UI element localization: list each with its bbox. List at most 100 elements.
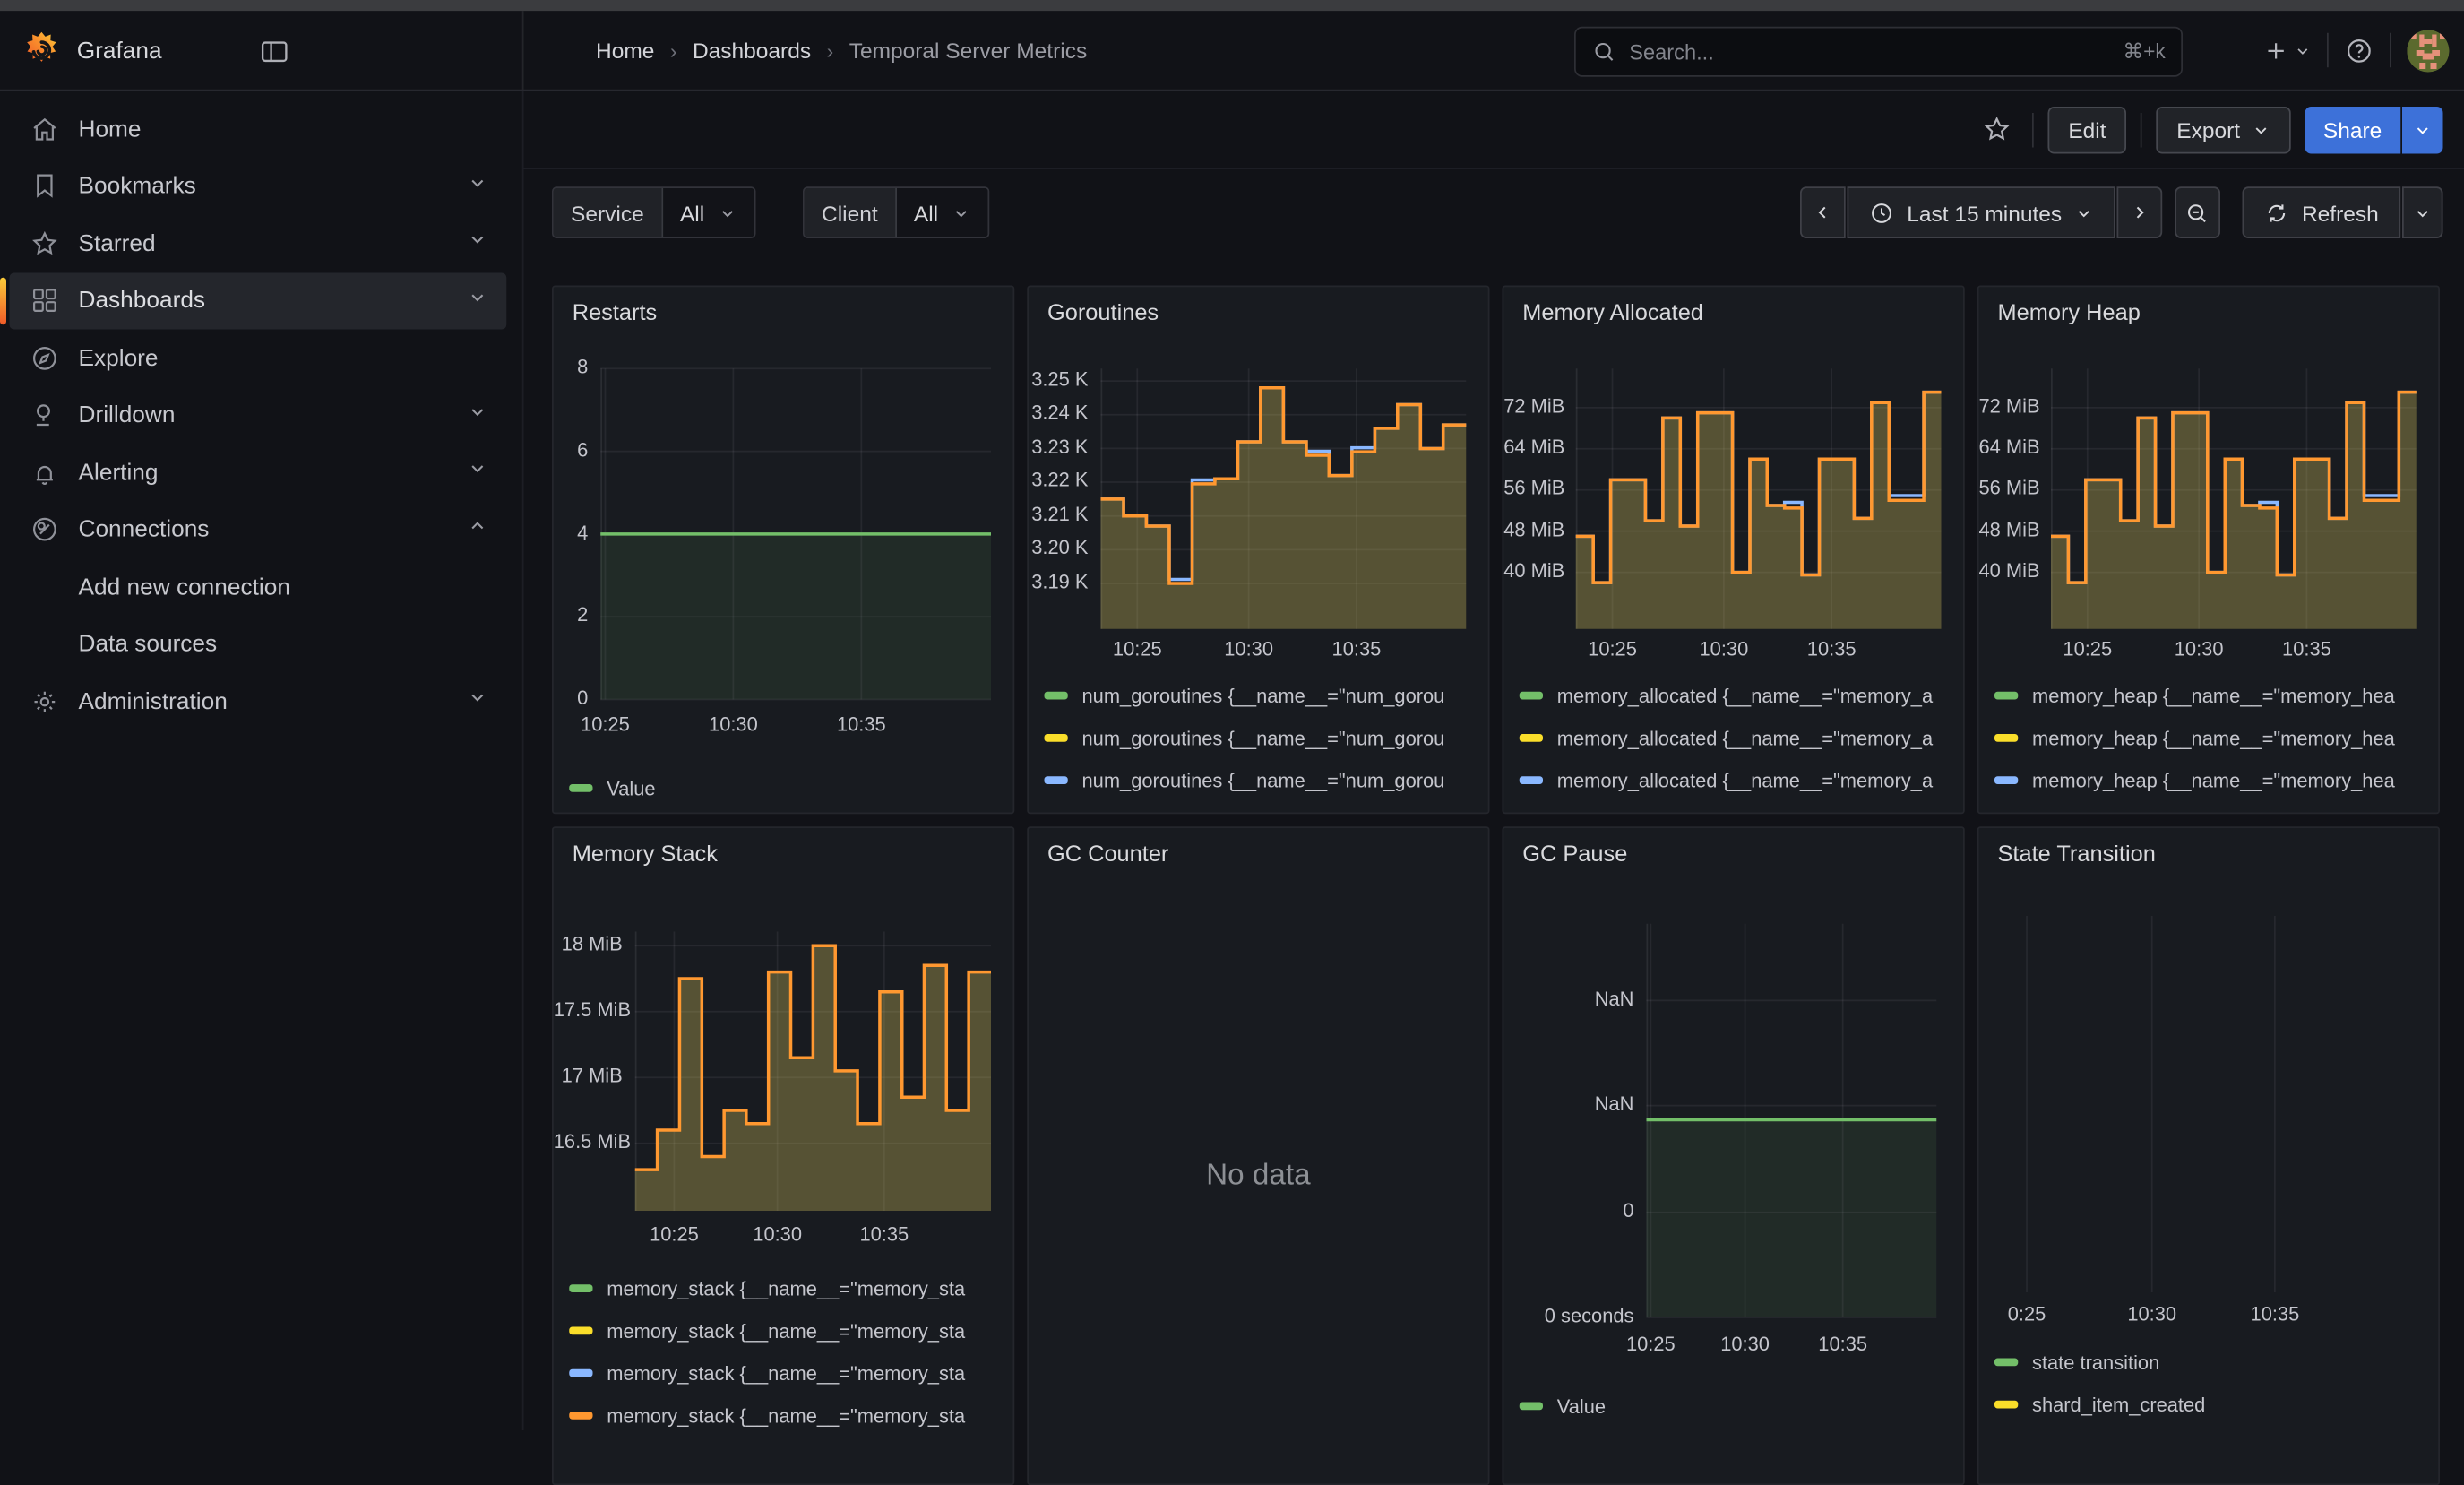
sidebar-item-label: Explore	[79, 345, 507, 372]
panel-title[interactable]: Goroutines	[1047, 301, 1159, 326]
breadcrumb-home[interactable]: Home	[596, 38, 654, 63]
chart-plot-area	[2051, 368, 2417, 629]
sidebar-item-data-sources[interactable]: Data sources	[10, 616, 507, 673]
panel-title[interactable]: Restarts	[573, 301, 658, 326]
y-tick-label: 56 MiB	[1979, 478, 2039, 500]
chevron-down-icon[interactable]	[468, 687, 488, 716]
legend-item[interactable]: memory_allocated {__name__="memory_a	[1520, 717, 1960, 759]
sidebar-item-starred[interactable]: Starred	[10, 215, 507, 272]
y-tick-label: 48 MiB	[1979, 519, 2039, 541]
y-tick-label: 16.5 MiB	[554, 1131, 623, 1153]
time-shift-back-button[interactable]	[1800, 186, 1846, 238]
panel-title[interactable]: State Transition	[1998, 842, 2156, 868]
home-icon	[10, 114, 79, 143]
legend-item[interactable]: memory_stack {__name__="memory_sta	[569, 1352, 1010, 1394]
legend-label: memory_heap {__name__="memory_hea	[2032, 812, 2435, 815]
panel-title[interactable]: Memory Heap	[1998, 301, 2141, 326]
search-bar[interactable]: ⌘+k	[1574, 27, 2183, 77]
add-new-button[interactable]	[2262, 29, 2311, 73]
breadcrumb-dashboards[interactable]: Dashboards	[693, 38, 811, 63]
time-shift-forward-button[interactable]	[2116, 186, 2162, 238]
chart-plot-area	[1576, 368, 1942, 629]
sidebar-item-alerting[interactable]: Alerting	[10, 444, 507, 501]
sidebar-item-dashboards[interactable]: Dashboards	[10, 272, 507, 330]
x-tick-label: 10:35	[2282, 638, 2331, 660]
legend-item[interactable]: state transition	[1994, 1341, 2435, 1383]
legend-label: memory_heap {__name__="memory_hea	[2032, 727, 2435, 749]
legend-item[interactable]: memory_heap {__name__="memory_hea	[1994, 717, 2435, 759]
time-range-picker[interactable]: Last 15 minutes	[1848, 186, 2115, 238]
sidebar-item-administration[interactable]: Administration	[10, 673, 507, 730]
search-input[interactable]	[1629, 40, 2110, 64]
panel-title[interactable]: Memory Allocated	[1522, 301, 1703, 326]
legend-item[interactable]: memory_allocated {__name__="memory_a	[1520, 675, 1960, 717]
edit-button[interactable]: Edit	[2048, 106, 2127, 153]
legend-item[interactable]: num_goroutines {__name__="num_gorou	[1045, 801, 1486, 814]
share-button[interactable]: Share	[2305, 106, 2400, 153]
share-menu-button[interactable]	[2402, 106, 2443, 153]
y-tick-label: 72 MiB	[1503, 395, 1564, 418]
y-tick-label: 6	[554, 439, 589, 462]
chevron-down-icon[interactable]	[468, 458, 488, 487]
legend-item[interactable]: memory_heap {__name__="memory_hea	[1994, 801, 2435, 814]
legend-item[interactable]: memory_heap {__name__="memory_hea	[1994, 675, 2435, 717]
star-icon	[10, 229, 79, 258]
y-tick-label: 17.5 MiB	[554, 999, 623, 1022]
legend-item[interactable]: memory_allocated {__name__="memory_a	[1520, 759, 1960, 801]
star-dashboard-button[interactable]	[1974, 108, 2018, 151]
legend-item[interactable]: memory_allocated {__name__="memory_a	[1520, 801, 1960, 814]
panel-title[interactable]: Memory Stack	[573, 842, 718, 868]
navbar-brand-section: Grafana	[0, 11, 524, 90]
x-tick-label: 10:25	[650, 1223, 699, 1246]
legend-item[interactable]: Value	[569, 767, 1010, 809]
chevron-down-icon[interactable]	[468, 229, 488, 258]
legend-item[interactable]: num_goroutines {__name__="num_gorou	[1045, 759, 1486, 801]
y-tick-label: 56 MiB	[1503, 478, 1564, 500]
chevron-down-icon	[2413, 120, 2432, 139]
legend-label: num_goroutines {__name__="num_gorou	[1082, 812, 1486, 815]
chevron-down-icon[interactable]	[468, 172, 488, 201]
refresh-interval-button[interactable]	[2402, 186, 2443, 238]
sidebar-item-connections[interactable]: Connections	[10, 501, 507, 558]
legend-color-pill	[569, 1369, 592, 1377]
chevron-down-icon	[2074, 203, 2093, 222]
x-tick-label: 10:30	[1720, 1334, 1770, 1356]
chevron-down-icon[interactable]	[468, 401, 488, 430]
sidebar-item-add-new-connection[interactable]: Add new connection	[10, 558, 507, 616]
legend-item[interactable]: num_goroutines {__name__="num_gorou	[1045, 675, 1486, 717]
legend-item[interactable]: shard_item_created	[1994, 1384, 2435, 1426]
chart-plot-area	[635, 932, 991, 1212]
sidebar-item-home[interactable]: Home	[10, 100, 507, 158]
sidebar-item-drilldown[interactable]: Drilldown	[10, 386, 507, 444]
chevron-up-icon[interactable]	[468, 515, 488, 544]
y-tick-label: 64 MiB	[1503, 436, 1564, 459]
legend-label: memory_allocated {__name__="memory_a	[1557, 727, 1960, 749]
refresh-button[interactable]: Refresh	[2242, 186, 2400, 238]
service-variable: Service All	[552, 186, 756, 238]
legend-color-pill	[1994, 734, 2018, 741]
user-avatar[interactable]	[2407, 29, 2449, 71]
x-tick-label: 10:25	[2063, 638, 2112, 660]
client-variable-value[interactable]: All	[897, 188, 988, 237]
grid-icon	[10, 286, 79, 315]
sidebar-toggle-icon[interactable]	[255, 33, 293, 71]
help-button[interactable]	[2344, 29, 2374, 73]
legend-item[interactable]: memory_stack {__name__="memory_sta	[569, 1267, 1010, 1309]
legend-item[interactable]: memory_stack {__name__="memory_sta	[569, 1309, 1010, 1351]
sidebar-item-bookmarks[interactable]: Bookmarks	[10, 158, 507, 215]
legend-item[interactable]: Value	[1520, 1385, 1960, 1427]
zoom-out-button[interactable]	[2175, 186, 2220, 238]
y-tick-label: 4	[554, 522, 589, 544]
sidebar-item-explore[interactable]: Explore	[10, 330, 507, 387]
sidebar-item-label: Drilldown	[79, 401, 468, 428]
export-button[interactable]: Export	[2157, 106, 2291, 153]
panel-title[interactable]: GC Counter	[1047, 842, 1168, 868]
y-tick-label: 3.19 K	[1029, 571, 1089, 593]
chevron-down-icon[interactable]	[468, 287, 488, 315]
clock-icon	[1869, 200, 1894, 225]
panel-title[interactable]: GC Pause	[1522, 842, 1627, 868]
legend-item[interactable]: num_goroutines {__name__="num_gorou	[1045, 717, 1486, 759]
legend-item[interactable]: memory_heap {__name__="memory_hea	[1994, 759, 2435, 801]
service-variable-value[interactable]: All	[663, 188, 754, 237]
legend-label: memory_stack {__name__="memory_sta	[607, 1362, 1010, 1385]
